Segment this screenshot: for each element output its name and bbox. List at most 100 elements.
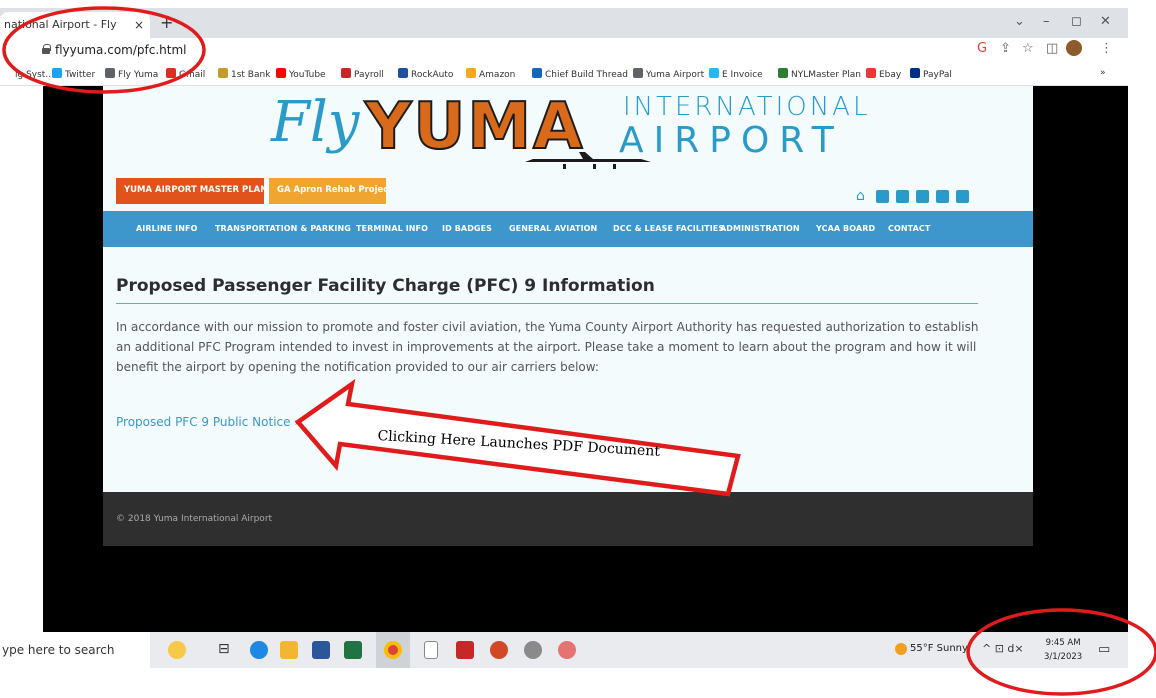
bookmark-label: E Invoice — [722, 70, 763, 80]
tab-search-icon[interactable]: ⌄ — [1014, 14, 1025, 29]
home-icon[interactable]: ⌂ — [856, 189, 869, 203]
bookmark-item[interactable]: Ebay — [866, 68, 901, 80]
bookmark-label: YouTube — [289, 70, 326, 80]
url-text[interactable]: flyyuma.com/pfc.html — [55, 43, 186, 57]
task-view-icon[interactable]: ⊟ — [218, 641, 236, 659]
system-tray-icons[interactable]: ^ ⊡ d× — [982, 642, 1024, 655]
bookmark-item[interactable]: Chief Build Thread — [532, 68, 628, 80]
bookmark-label: Ebay — [879, 70, 902, 80]
weather-text[interactable]: 55°F Sunny — [910, 643, 968, 654]
nav-item[interactable]: CONTACT — [888, 224, 930, 233]
nav-item[interactable]: AIRLINE INFO — [136, 224, 198, 233]
bookmark-label: Chief Build Thread — [545, 70, 628, 80]
notifications-icon[interactable]: ▭ — [1098, 642, 1110, 657]
banner-button[interactable]: YUMA AIRPORT MASTER PLAN — [116, 178, 267, 204]
bookmark-favicon-icon — [276, 68, 286, 78]
bookmark-favicon-icon — [466, 68, 476, 78]
excel-icon[interactable] — [344, 641, 362, 659]
lock-icon[interactable] — [42, 44, 51, 54]
nav-item[interactable]: TERMINAL INFO — [356, 224, 428, 233]
clock-date: 3/1/2023 — [1044, 652, 1083, 662]
screen: national Airport - Fly × + ⌄ – ◻ ✕ flyyu… — [0, 0, 1156, 698]
bookmark-item[interactable]: ig Syst... — [2, 68, 54, 80]
bookmark-item[interactable]: Gmail — [166, 68, 205, 80]
site-footer: © 2018 Yuma International Airport — [103, 492, 1033, 546]
bookmark-label: PayPal — [923, 70, 952, 80]
banner-button[interactable]: GA Apron Rehab Project — [269, 178, 392, 204]
acrobat-icon[interactable] — [456, 641, 474, 659]
snip-tool-icon[interactable] — [524, 641, 542, 659]
camera-icon[interactable] — [876, 190, 889, 203]
bookmark-label: NYLMaster Plan — [791, 70, 861, 80]
facebook-icon[interactable] — [916, 190, 929, 203]
google-icon[interactable]: G — [977, 41, 987, 56]
nav-item[interactable]: DCC & LEASE FACILITIES — [613, 224, 724, 233]
close-window-button[interactable]: ✕ — [1100, 14, 1111, 29]
windows-taskbar: ype here to search ⊟ 55°F Sunny ^ ⊡ d× 9… — [0, 632, 1128, 668]
bookmark-item[interactable]: Twitter — [52, 68, 95, 80]
bookmark-label: Yuma Airport — [646, 70, 705, 80]
bookmark-item[interactable]: PayPal — [910, 68, 952, 80]
weather-sun-icon[interactable] — [895, 643, 907, 655]
bookmark-favicon-icon — [218, 68, 228, 78]
app-icon[interactable] — [558, 641, 576, 659]
heading-divider — [116, 303, 978, 304]
browser-tab[interactable]: national Airport - Fly × — [0, 12, 150, 38]
profile-avatar[interactable] — [1066, 40, 1082, 56]
taskbar-search-input[interactable]: ype here to search — [0, 632, 150, 668]
nav-item[interactable]: YCAA BOARD — [816, 224, 875, 233]
intro-paragraph: In accordance with our mission to promot… — [116, 320, 979, 374]
bookmark-item[interactable]: Fly Yuma — [105, 68, 158, 80]
new-tab-button[interactable]: + — [160, 15, 173, 31]
tab-close-icon[interactable]: × — [134, 18, 144, 32]
nav-item[interactable]: ADMINISTRATION — [720, 224, 800, 233]
bookmark-item[interactable]: YouTube — [276, 68, 326, 80]
bookmark-star-icon[interactable]: ☆ — [1022, 41, 1034, 56]
site-logo[interactable]: Fly YUMA INTERNATIONAL AIRPORT — [103, 86, 1033, 176]
restore-button[interactable]: ◻ — [1071, 14, 1082, 29]
nav-item[interactable]: TRANSPORTATION & PARKING — [215, 224, 351, 233]
bookmark-item[interactable]: RockAuto — [398, 68, 453, 80]
bookmarks-bar: ig Syst... Twitter Fly Yuma Gmail 1st Bank Yo… — [0, 64, 1128, 86]
bookmark-label: ig Syst... — [15, 70, 54, 80]
bookmark-item[interactable]: NYLMaster Plan — [778, 68, 861, 80]
pfc-public-notice-link[interactable]: Proposed PFC 9 Public Notice › — [116, 415, 299, 429]
bookmarks-overflow-button[interactable]: » — [1100, 68, 1106, 78]
page-viewport: Fly YUMA INTERNATIONAL AIRPORT YUMA AIRP… — [43, 86, 1128, 632]
logo-fly-text: Fly — [271, 90, 360, 155]
bookmark-label: Twitter — [65, 70, 96, 80]
menu-icon[interactable]: ⋮ — [1100, 41, 1113, 56]
bookmark-label: Amazon — [479, 70, 516, 80]
globe-icon[interactable] — [250, 641, 268, 659]
bookmark-item[interactable]: 1st Bank — [218, 68, 270, 80]
bookmark-favicon-icon — [398, 68, 408, 78]
file-explorer-icon[interactable] — [280, 641, 298, 659]
notepad-icon[interactable] — [424, 641, 438, 659]
minimize-button[interactable]: – — [1043, 14, 1050, 29]
share-icon[interactable]: ⇪ — [1000, 41, 1011, 56]
bookmark-item[interactable]: Yuma Airport — [633, 68, 704, 80]
search-highlight-icon[interactable] — [168, 641, 186, 659]
tv-icon[interactable] — [896, 190, 909, 203]
bookmark-favicon-icon — [2, 68, 12, 78]
bookmark-label: Fly Yuma — [118, 70, 159, 80]
sidebar-icon[interactable]: ◫ — [1046, 41, 1058, 56]
word-icon[interactable] — [312, 641, 330, 659]
browser-tab-strip: national Airport - Fly × + ⌄ – ◻ ✕ — [0, 8, 1128, 38]
bookmark-item[interactable]: Payroll — [341, 68, 384, 80]
nav-item[interactable]: GENERAL AVIATION — [509, 224, 597, 233]
bookmark-item[interactable]: Amazon — [466, 68, 515, 80]
powerpoint-icon[interactable] — [490, 641, 508, 659]
nav-item[interactable]: ID BADGES — [442, 224, 492, 233]
address-bar[interactable]: flyyuma.com/pfc.html G ⇪ ☆ ◫ ⋮ — [0, 38, 1128, 64]
bookmark-favicon-icon — [709, 68, 719, 78]
twitter-icon[interactable] — [936, 190, 949, 203]
airplane-icon — [525, 152, 651, 169]
taskbar-clock[interactable]: 9:45 AM 3/1/2023 — [1044, 636, 1082, 664]
linkedin-icon[interactable] — [956, 190, 969, 203]
bookmark-item[interactable]: E Invoice — [709, 68, 763, 80]
bookmark-label: Gmail — [179, 70, 206, 80]
copyright-text: © 2018 Yuma International Airport — [116, 514, 273, 524]
chrome-icon[interactable] — [384, 641, 402, 659]
logo-international-text: INTERNATIONAL — [623, 92, 871, 122]
